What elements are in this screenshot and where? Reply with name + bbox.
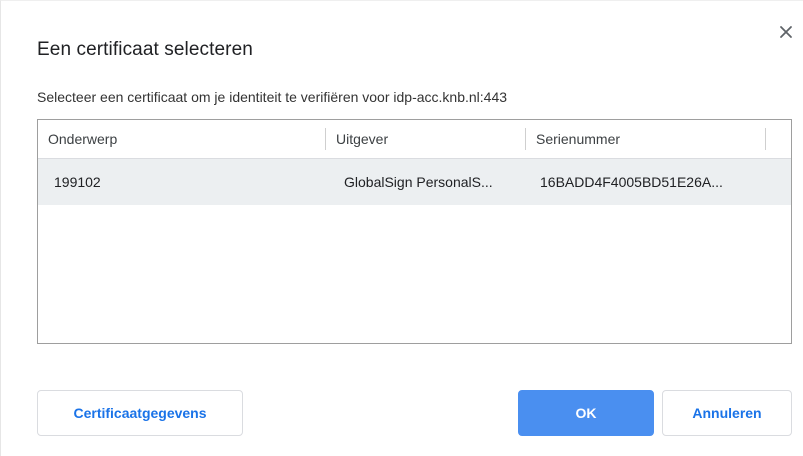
column-header-serial[interactable]: Serienummer <box>526 120 766 158</box>
cancel-button[interactable]: Annuleren <box>662 390 792 436</box>
certificate-details-button[interactable]: Certificaatgegevens <box>37 390 243 436</box>
column-header-label: Serienummer <box>536 131 621 147</box>
cell-serial: 16BADD4F4005BD51E26A... <box>540 174 723 190</box>
dialog-subtitle: Selecteer een certificaat om je identite… <box>37 89 508 105</box>
table-header: Onderwerp Uitgever Serienummer <box>38 120 791 159</box>
cell-issuer: GlobalSign PersonalS... <box>344 174 493 190</box>
column-header-issuer[interactable]: Uitgever <box>326 120 526 158</box>
certificate-table: Onderwerp Uitgever Serienummer 199102 Gl… <box>37 119 792 344</box>
ok-button[interactable]: OK <box>518 390 654 436</box>
column-header-label: Uitgever <box>336 131 389 147</box>
certificate-dialog: Een certificaat selecteren Selecteer een… <box>0 0 803 456</box>
column-header-label: Onderwerp <box>48 131 118 147</box>
dialog-title: Een certificaat selecteren <box>37 39 253 60</box>
table-row[interactable]: 199102 GlobalSign PersonalS... 16BADD4F4… <box>38 159 791 205</box>
column-header-subject[interactable]: Onderwerp <box>38 120 326 158</box>
close-icon[interactable] <box>775 21 797 43</box>
cell-subject: 199102 <box>54 174 101 190</box>
column-divider[interactable] <box>765 128 766 150</box>
